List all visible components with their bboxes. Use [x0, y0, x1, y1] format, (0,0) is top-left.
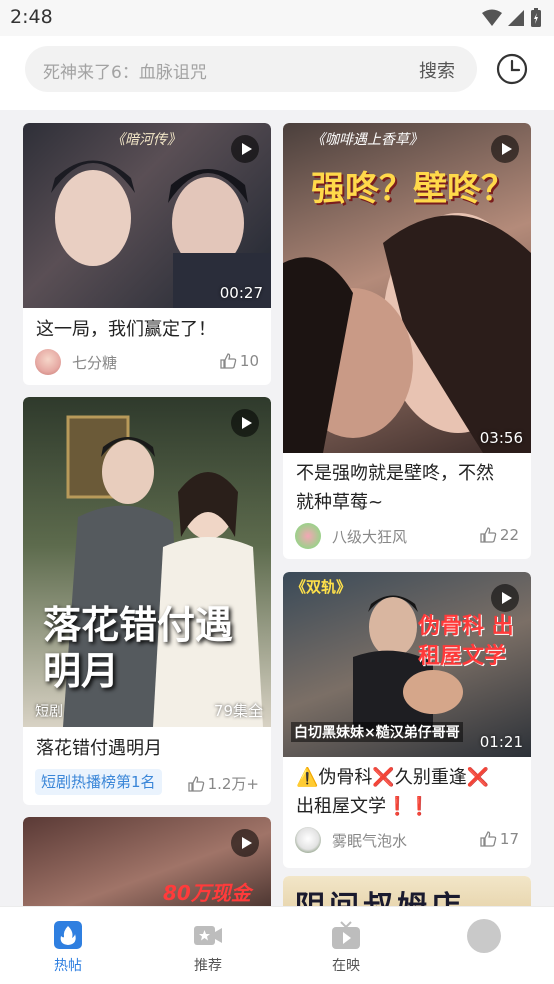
category-tag: 短剧 [35, 704, 63, 720]
nav-now-showing[interactable]: 在映 [316, 919, 376, 975]
thumbs-up-icon [480, 831, 497, 847]
header: 死神来了6：血脉诅咒 搜索 [0, 36, 554, 110]
search-box[interactable]: 死神来了6：血脉诅咒 搜索 [25, 46, 477, 92]
author-row: 雾眠气泡水 17 [295, 826, 519, 854]
thumbs-up-icon [187, 775, 204, 792]
video-card[interactable]: 《暗河传》 00:27 这一局，我们赢定了！ 七分糖 10 [23, 123, 271, 385]
search-input[interactable]: 死神来了6：血脉诅咒 [43, 58, 207, 83]
video-title[interactable]: 不是强吻就是壁咚，不然 就种草莓~ [296, 459, 494, 517]
author-row: 八级大狂风 22 [295, 522, 519, 550]
wifi-icon [482, 9, 502, 26]
video-duration: 01:21 [479, 733, 523, 751]
author-name[interactable]: 八级大狂风 [332, 526, 407, 547]
like-count: 10 [239, 352, 259, 370]
poster-caption: 白切黑妹妹×糙汉弟仔哥哥 [291, 722, 463, 742]
signal-icon [508, 10, 524, 26]
video-camera-star-icon [194, 926, 222, 945]
search-button[interactable]: 搜索 [419, 57, 455, 83]
video-thumbnail[interactable]: 阴间叔姆店 [283, 876, 531, 906]
avatar [467, 919, 501, 953]
poster-headline: 落花错付遇明月 [43, 603, 234, 693]
status-bar: 2:48 [0, 0, 554, 36]
video-thumbnail[interactable]: 《咖啡遇上香草》 强咚？壁咚？ 03:56 [283, 123, 531, 453]
video-thumbnail[interactable]: 《双轨》 伪骨科 出租屋文学 白切黑妹妹×糙汉弟仔哥哥 01:21 [283, 572, 531, 757]
video-title[interactable]: 这一局，我们赢定了！ [36, 315, 216, 344]
like-button[interactable]: 17 [479, 830, 519, 848]
author-row: 七分糖 10 [35, 348, 259, 376]
nav-profile[interactable] [454, 919, 514, 957]
video-title-line: ⚠️伪骨科❌久别重逢❌ [296, 767, 490, 788]
video-thumbnail[interactable]: 《暗河传》 00:27 [23, 123, 271, 308]
battery-icon [531, 8, 541, 27]
author-name[interactable]: 七分糖 [72, 352, 117, 373]
video-thumbnail[interactable]: 落花错付遇明月 短剧 79集全 [23, 397, 271, 727]
thumbs-up-icon [220, 353, 237, 369]
nav-hot-posts[interactable]: 热帖 [38, 919, 98, 975]
history-clock-icon[interactable] [495, 52, 529, 86]
avatar[interactable] [295, 523, 321, 549]
like-count: 17 [499, 830, 519, 848]
nav-label: 在映 [332, 958, 360, 974]
video-title[interactable]: ⚠️伪骨科❌久别重逢❌ 出租屋文学❗️❗️ [296, 763, 489, 821]
short-drama-card[interactable]: 落花错付遇明月 短剧 79集全 落花错付遇明月 短剧热播榜第1名 1.2万+ [23, 397, 271, 805]
poster-title: 《暗河传》 [111, 132, 181, 148]
video-title-line: 就种草莓~ [296, 492, 384, 513]
video-card[interactable]: 阴间叔姆店 [283, 876, 531, 906]
play-icon[interactable] [231, 409, 259, 437]
poster-headline: 阴间叔姆店 [295, 882, 465, 906]
play-icon[interactable] [491, 584, 519, 612]
play-icon[interactable] [231, 829, 259, 857]
video-title[interactable]: 落花错付遇明月 [36, 734, 162, 763]
flame-icon [54, 921, 82, 949]
poster-headline: 80万现金 [163, 881, 251, 905]
avatar[interactable] [35, 349, 61, 375]
play-icon[interactable] [491, 135, 519, 163]
nav-label: 推荐 [194, 958, 222, 974]
thumbs-up-icon [480, 527, 497, 543]
video-card[interactable]: 80万现金 [23, 817, 271, 906]
video-title-line: 出租屋文学❗️❗️ [296, 796, 431, 817]
poster-title: 《双轨》 [291, 578, 352, 596]
video-title-line: 不是强吻就是壁咚，不然 [296, 463, 494, 484]
like-button[interactable]: 1.2万+ [187, 773, 259, 794]
status-icons [482, 8, 542, 28]
video-feed[interactable]: 《暗河传》 00:27 这一局，我们赢定了！ 七分糖 10 《咖啡遇上香草》 强… [0, 110, 554, 906]
like-count: 1.2万+ [207, 775, 259, 793]
play-icon[interactable] [231, 135, 259, 163]
poster-headline: 伪骨科 出租屋文学 [418, 614, 514, 669]
episode-count: 79集全 [213, 702, 263, 720]
video-card[interactable]: 《咖啡遇上香草》 强咚？壁咚？ 03:56 不是强吻就是壁咚，不然 就种草莓~ … [283, 123, 531, 559]
video-duration: 00:27 [219, 284, 263, 302]
like-button[interactable]: 22 [479, 526, 519, 544]
avatar[interactable] [295, 827, 321, 853]
nav-recommend[interactable]: 推荐 [178, 919, 238, 975]
status-time: 2:48 [10, 6, 53, 28]
video-duration: 03:56 [479, 429, 523, 447]
nav-label: 热帖 [54, 958, 82, 974]
poster-title: 《咖啡遇上香草》 [311, 132, 423, 148]
video-thumbnail[interactable]: 80万现金 [23, 817, 271, 906]
like-count: 22 [499, 526, 519, 544]
rank-badge[interactable]: 短剧热播榜第1名 [35, 769, 162, 795]
bottom-nav: 热帖 推荐 在映 [0, 906, 554, 984]
like-button[interactable]: 10 [219, 352, 259, 370]
poster-headline: 强咚？壁咚？ [311, 169, 515, 209]
author-name[interactable]: 雾眠气泡水 [332, 830, 407, 851]
tv-play-icon [332, 921, 360, 949]
video-card[interactable]: 《双轨》 伪骨科 出租屋文学 白切黑妹妹×糙汉弟仔哥哥 01:21 ⚠️伪骨科❌… [283, 572, 531, 868]
